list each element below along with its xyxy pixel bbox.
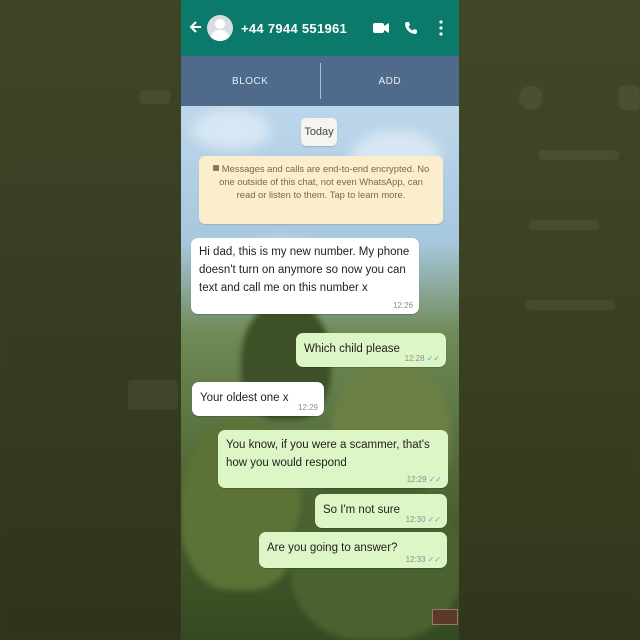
phone-icon[interactable] [399,16,423,40]
message-text: Which child please [304,343,400,355]
message-time: 12:33 [405,555,426,564]
message-time-wrap: 12:30 ✓✓ [406,515,441,525]
message-time: 12:29 [297,403,318,412]
unknown-contact-bar: BLOCK ADD [181,56,459,106]
blurred-shape [619,86,640,110]
more-vertical-icon[interactable] [429,16,453,40]
add-contact-button[interactable]: ADD [321,76,460,87]
blurred-shape [128,380,178,410]
message-time: 12:26 [392,301,413,310]
default-avatar-icon[interactable] [207,15,233,41]
message-time: 12:29 [406,475,427,484]
read-ticks-icon: ✓✓ [428,475,442,484]
message-text: So I'm not sure [323,504,400,516]
message-text: Your oldest one x [200,392,289,404]
blurred-background-right [459,0,640,640]
blurred-shape [539,150,619,160]
message-time-wrap: 12:29 ✓✓ [407,475,442,485]
encryption-notice[interactable]: Messages and calls are end-to-end encryp… [199,156,443,224]
encryption-notice-text: Messages and calls are end-to-end encryp… [219,163,430,200]
video-camera-icon[interactable] [369,16,393,40]
message-bubble-outgoing[interactable]: Which child please 12:28 ✓✓ [296,333,446,367]
message-text: You know, if you were a scammer, that's … [226,439,430,469]
blurred-shape [525,300,615,310]
block-button[interactable]: BLOCK [181,76,320,87]
lock-icon [212,165,219,171]
message-text: Are you going to answer? [267,542,398,554]
message-bubble-incoming[interactable]: Hi dad, this is my new number. My phone … [191,238,419,314]
wallpaper-detail [432,609,458,625]
message-bubble-incoming[interactable]: Your oldest one x 12:29 [192,382,324,416]
message-bubble-outgoing[interactable]: You know, if you were a scammer, that's … [218,430,448,488]
wallpaper-cloud [191,110,271,150]
message-text: Hi dad, this is my new number. My phone … [199,246,410,294]
chat-header: +44 7944 551961 [181,0,459,56]
arrow-left-icon[interactable] [185,18,205,39]
read-ticks-icon: ✓✓ [427,555,441,564]
message-bubble-outgoing[interactable]: Are you going to answer? 12:33 ✓✓ [259,532,447,568]
date-separator: Today [301,118,337,146]
message-time-wrap: 12:33 ✓✓ [406,555,441,565]
read-ticks-icon: ✓✓ [427,515,441,524]
message-bubble-outgoing[interactable]: So I'm not sure 12:30 ✓✓ [315,494,447,528]
message-time-wrap: 12:28 ✓✓ [405,354,440,364]
chat-screen: +44 7944 551961 BLOCK ADD Today Messages… [181,0,459,640]
blurred-shape [140,90,170,104]
blurred-background-left [0,0,181,640]
blurred-shape [519,86,543,110]
message-time: 12:30 [405,515,426,524]
blurred-shape [529,220,599,230]
read-ticks-icon: ✓✓ [426,354,440,363]
contact-name[interactable]: +44 7944 551961 [241,21,369,36]
message-time: 12:28 [404,354,425,363]
